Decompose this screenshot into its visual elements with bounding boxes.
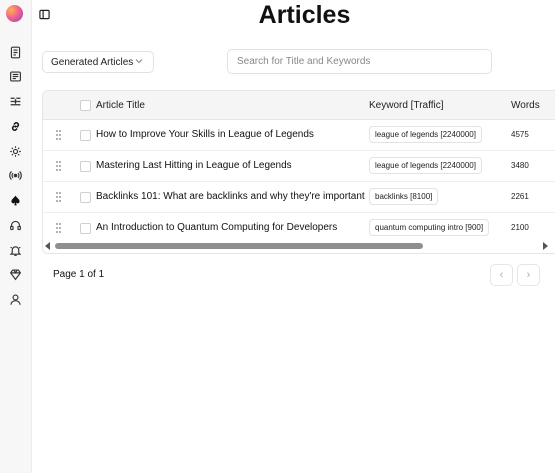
column-header-title[interactable]: Article Title xyxy=(96,100,145,111)
article-title[interactable]: How to Improve Your Skills in League of … xyxy=(96,129,314,140)
column-header-keyword[interactable]: Keyword [Traffic] xyxy=(369,100,443,111)
table-header: Article Title Keyword [Traffic] Words xyxy=(43,91,555,120)
prev-page-button[interactable]: ‹ xyxy=(490,264,513,286)
row-checkbox[interactable] xyxy=(80,161,91,172)
page-title: Articles xyxy=(258,1,351,29)
article-type-value: Generated Articles xyxy=(51,56,134,68)
scrollbar-thumb[interactable] xyxy=(55,243,423,249)
row-checkbox[interactable] xyxy=(80,223,91,234)
headset-icon[interactable] xyxy=(7,217,23,233)
drag-handle-icon[interactable] xyxy=(56,223,62,233)
newspaper-icon[interactable] xyxy=(7,68,23,84)
drag-handle-icon[interactable] xyxy=(56,161,62,171)
sparkle-grid-icon[interactable] xyxy=(7,93,23,109)
pagination-label: Page 1 of 1 xyxy=(53,269,105,280)
article-title[interactable]: Mastering Last Hitting in League of Lege… xyxy=(96,160,292,171)
word-count: 2100 xyxy=(511,223,529,232)
keyword-badge: backlinks [8100] xyxy=(369,188,439,205)
drag-handle-icon[interactable] xyxy=(56,192,62,202)
scroll-right-icon[interactable] xyxy=(543,242,548,250)
table-row[interactable]: An Introduction to Quantum Computing for… xyxy=(43,213,555,239)
gear-cog-icon[interactable] xyxy=(7,143,23,159)
article-title[interactable]: Backlinks 101: What are backlinks and wh… xyxy=(96,191,365,202)
sidebar xyxy=(0,0,32,473)
gem-icon[interactable] xyxy=(7,266,23,282)
bell-icon[interactable] xyxy=(7,242,23,258)
link-icon[interactable] xyxy=(7,118,23,134)
article-type-select[interactable]: Generated Articles xyxy=(42,51,154,73)
articles-table: Article Title Keyword [Traffic] Words Ho… xyxy=(42,90,555,254)
table-row[interactable]: Backlinks 101: What are backlinks and wh… xyxy=(43,182,555,213)
next-page-button[interactable]: › xyxy=(517,264,540,286)
word-count: 2261 xyxy=(511,192,529,201)
keyword-badge: league of legends [2240000] xyxy=(369,157,482,174)
search-input[interactable] xyxy=(227,49,492,74)
word-count: 3480 xyxy=(511,161,529,170)
scroll-left-icon[interactable] xyxy=(45,242,50,250)
chevron-down-icon xyxy=(135,56,143,66)
table-row[interactable]: How to Improve Your Skills in League of … xyxy=(43,120,555,151)
select-all-checkbox[interactable] xyxy=(80,100,91,111)
horizontal-scrollbar[interactable] xyxy=(43,239,555,253)
column-header-words[interactable]: Words xyxy=(511,100,540,111)
spade-icon[interactable] xyxy=(7,192,23,208)
row-checkbox[interactable] xyxy=(80,130,91,141)
drag-handle-icon[interactable] xyxy=(56,130,62,140)
document-icon[interactable] xyxy=(7,44,23,60)
radio-icon[interactable] xyxy=(7,167,23,183)
word-count: 4575 xyxy=(511,130,529,139)
user-icon[interactable] xyxy=(7,291,23,307)
article-title[interactable]: An Introduction to Quantum Computing for… xyxy=(96,222,337,233)
keyword-badge: league of legends [2240000] xyxy=(369,126,482,143)
keyword-badge: quantum computing intro [900] xyxy=(369,219,490,236)
table-row[interactable]: Mastering Last Hitting in League of Lege… xyxy=(43,151,555,182)
row-checkbox[interactable] xyxy=(80,192,91,203)
